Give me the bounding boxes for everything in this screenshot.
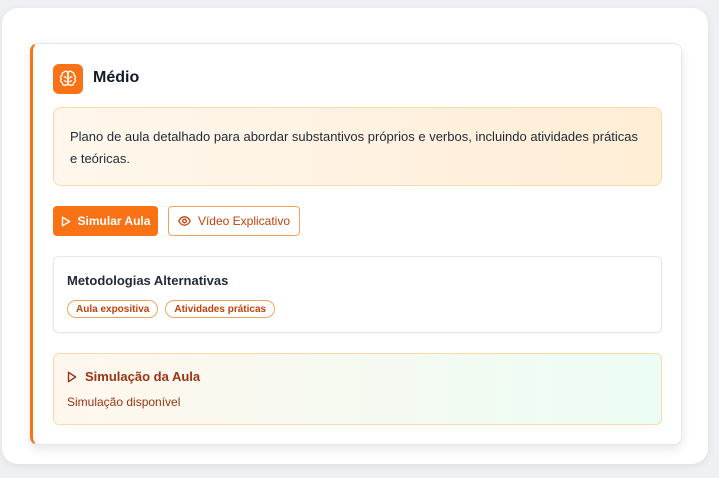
- explanatory-video-button[interactable]: Vídeo Explicativo: [168, 206, 300, 236]
- brain-icon: [53, 64, 83, 94]
- methodology-tag: Atividades práticas: [165, 300, 276, 318]
- simulation-status: Simulação disponível: [67, 395, 181, 409]
- eye-icon: [178, 216, 191, 226]
- lesson-plan-card: Médio Plano de aula detalhado para abord…: [30, 43, 682, 445]
- simulation-title: Simulação da Aula: [85, 369, 201, 384]
- simulate-lesson-label: Simular Aula: [77, 214, 151, 228]
- play-icon: [61, 216, 71, 227]
- methodologies-panel: Metodologias Alternativas Aula expositiv…: [53, 256, 662, 333]
- simulate-lesson-button[interactable]: Simular Aula: [53, 206, 158, 236]
- methodology-tag: Aula expositiva: [67, 300, 159, 318]
- lesson-description: Plano de aula detalhado para abordar sub…: [53, 107, 662, 186]
- methodologies-title: Metodologias Alternativas: [67, 273, 229, 288]
- play-icon: [67, 371, 77, 383]
- simulation-header: Simulação da Aula: [67, 369, 200, 384]
- explanatory-video-label: Vídeo Explicativo: [197, 214, 291, 228]
- level-title: Médio: [93, 69, 140, 86]
- simulation-panel: Simulação da Aula Simulação disponível: [53, 353, 662, 425]
- methodology-tags: Aula expositiva Atividades práticas: [67, 300, 276, 318]
- outer-container: Médio Plano de aula detalhado para abord…: [2, 8, 708, 464]
